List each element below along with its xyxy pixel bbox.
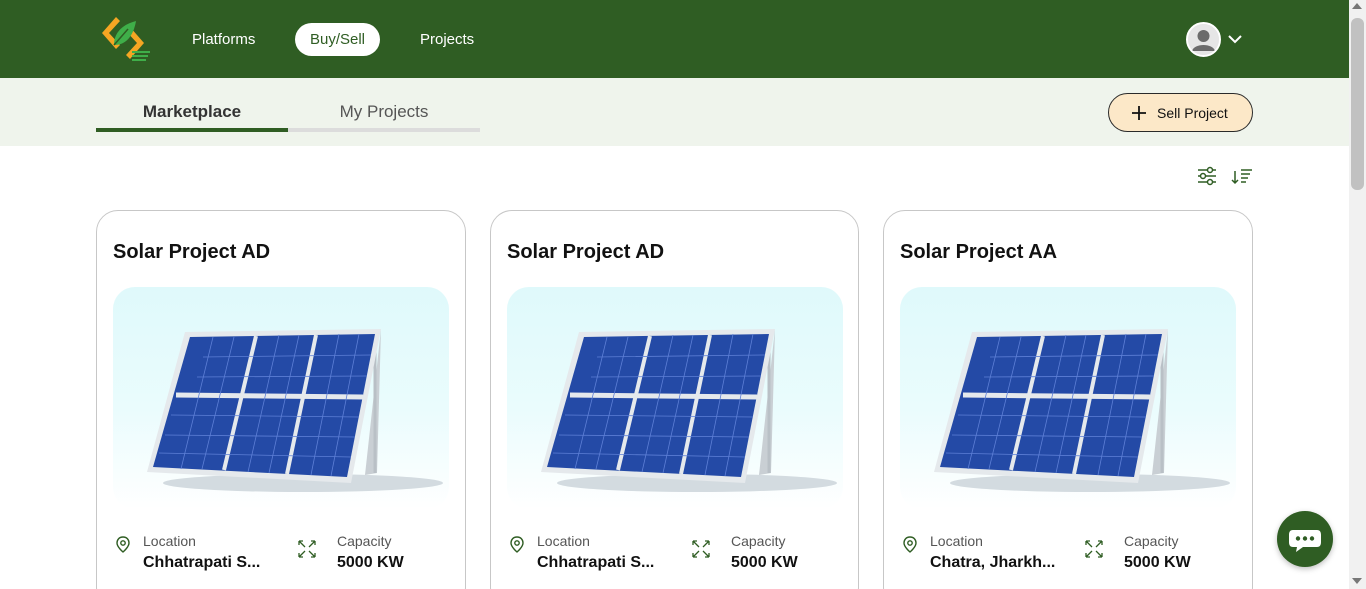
capacity-expand-icon [297,539,317,559]
location-label: Location [537,533,590,549]
plus-icon [1131,105,1147,121]
location-label: Location [143,533,196,549]
project-title: Solar Project AD [113,241,271,263]
tab-marketplace[interactable]: Marketplace [96,102,288,122]
chat-bubble-icon[interactable] [1277,511,1333,567]
filter-sliders-icon[interactable] [1195,165,1219,187]
nav-link-platforms[interactable]: Platforms [192,23,255,56]
chevron-down-icon[interactable] [1226,30,1244,48]
project-card[interactable]: Solar Project AD Location Chhatrapati S.… [490,210,859,589]
capacity-expand-icon [1084,539,1104,559]
solar-panel-image [900,287,1236,509]
location-label: Location [930,533,983,549]
capacity-value: 5000 KW [1124,554,1191,571]
location-value: Chhatrapati S... [537,554,655,571]
location-pin-icon [900,535,920,555]
user-avatar-icon[interactable] [1186,22,1221,57]
capacity-value: 5000 KW [337,554,404,571]
tab-inactive-underline [288,128,480,132]
scroll-down-arrow-icon[interactable] [1352,578,1362,584]
project-card[interactable]: Solar Project AD Location Chhatrapati S.… [96,210,466,589]
scrollbar-thumb[interactable] [1351,18,1364,190]
tab-bar: Marketplace My Projects Sell Project [0,78,1349,146]
project-card[interactable]: Solar Project AA Location Chatra, Jharkh… [883,210,1253,589]
sell-project-button[interactable]: Sell Project [1108,93,1253,132]
nav-link-buy-sell[interactable]: Buy/Sell [295,23,380,56]
top-nav-bar: Platforms Buy/Sell Projects [0,0,1349,78]
solar-panel-image [507,287,843,509]
nav-link-projects[interactable]: Projects [420,23,474,56]
project-title: Solar Project AA [900,241,1058,263]
capacity-value: 5000 KW [731,554,798,571]
brand-logo-icon[interactable] [96,15,154,65]
capacity-expand-icon [691,539,711,559]
location-value: Chhatrapati S... [143,554,261,571]
tab-my-projects[interactable]: My Projects [288,102,480,122]
location-pin-icon [113,535,133,555]
capacity-label: Capacity [1124,533,1179,549]
capacity-label: Capacity [731,533,786,549]
capacity-label: Capacity [337,533,392,549]
location-pin-icon [507,535,527,555]
location-value: Chatra, Jharkh... [930,554,1056,571]
project-title: Solar Project AD [507,241,665,263]
solar-panel-image [113,287,449,509]
sort-icon[interactable] [1230,165,1254,187]
tab-active-underline [96,128,288,132]
scroll-up-arrow-icon[interactable] [1352,3,1362,9]
sell-project-label: Sell Project [1157,105,1228,121]
